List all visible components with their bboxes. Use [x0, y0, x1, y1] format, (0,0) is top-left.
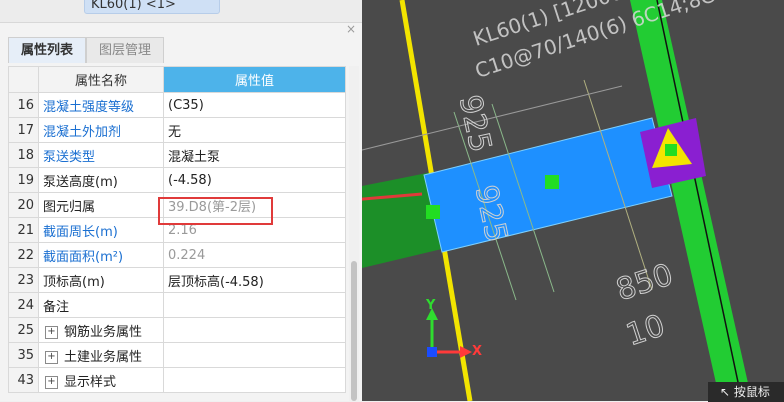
grip-handle[interactable]	[545, 175, 559, 189]
x-axis-arrow	[460, 346, 472, 358]
tab-property-list[interactable]: 属性列表	[8, 37, 87, 63]
table-row[interactable]: 19 泵送高度(m) (-4.58)	[8, 167, 346, 193]
property-name-text: 混凝土外加剂	[43, 124, 122, 140]
expand-icon[interactable]: +	[45, 350, 58, 364]
property-value[interactable]	[163, 342, 346, 368]
table-row[interactable]: 17 混凝土外加剂 无	[8, 117, 346, 143]
grip-handle[interactable]	[665, 144, 677, 156]
table-row[interactable]: 18 泵送类型 混凝土泵	[8, 142, 346, 168]
property-name: 备注	[38, 292, 164, 318]
property-value[interactable]	[163, 292, 346, 318]
row-index: 20	[8, 192, 39, 218]
table-row[interactable]: 22 截面面积(m²) 0.224	[8, 242, 346, 268]
property-value[interactable]: 无	[163, 117, 346, 143]
property-name: 泵送高度(m)	[38, 167, 164, 193]
property-value[interactable]: (C35)	[163, 92, 346, 118]
row-index: 25	[8, 317, 39, 343]
panel-tabs: 属性列表 图层管理	[8, 37, 165, 63]
header-value: 属性值	[163, 66, 346, 93]
property-name-text: 截面面积(m²)	[43, 249, 124, 265]
property-name-text: 混凝土强度等级	[43, 99, 135, 115]
property-name-text: 备注	[43, 299, 70, 315]
table-row[interactable]: 23 顶标高(m) 层顶标高(-4.58)	[8, 267, 346, 293]
property-name: + 显示样式	[38, 367, 164, 393]
table-row[interactable]: 35 + 土建业务属性	[8, 342, 346, 368]
property-value[interactable]: 混凝土泵	[163, 142, 346, 168]
row-index: 18	[8, 142, 39, 168]
y-axis-label: Y	[426, 298, 436, 313]
property-name-text: 图元归属	[43, 199, 96, 215]
selected-element-chip[interactable]: KL60(1) <1>	[84, 0, 220, 14]
canvas-drawing	[362, 0, 752, 401]
close-icon[interactable]: ×	[346, 22, 356, 36]
top-strip: KL60(1) <1>	[0, 0, 362, 23]
x-axis-label: X	[472, 344, 483, 359]
property-name-text: 泵送高度(m)	[43, 174, 118, 190]
property-name: 泵送类型	[38, 142, 164, 168]
property-name: 混凝土外加剂	[38, 117, 164, 143]
property-value[interactable]: (-4.58)	[163, 167, 346, 193]
row-index: 16	[8, 92, 39, 118]
property-name: + 土建业务属性	[38, 342, 164, 368]
property-name-text: 钢筋业务属性	[64, 324, 143, 340]
center-line	[656, 0, 743, 401]
tab-layer-management[interactable]: 图层管理	[86, 37, 165, 63]
row-index: 35	[8, 342, 39, 368]
property-name: 顶标高(m)	[38, 267, 164, 293]
table-header-row: 属性名称 属性值	[8, 66, 346, 93]
property-name-text: 泵送类型	[43, 149, 96, 165]
property-panel: KL60(1) <1> × 属性列表 图层管理 属性名称 属性值 16 混凝土强度…	[0, 0, 362, 401]
table-row[interactable]: 24 备注	[8, 292, 346, 318]
property-value[interactable]	[163, 367, 346, 393]
property-name: 截面面积(m²)	[38, 242, 164, 268]
property-name-text: 截面周长(m)	[43, 224, 118, 240]
grip-handle[interactable]	[426, 205, 440, 219]
highlight-box	[158, 197, 273, 225]
status-hint: ↖ 按鼠标	[708, 382, 784, 402]
property-name: 截面周长(m)	[38, 217, 164, 243]
property-name: + 钢筋业务属性	[38, 317, 164, 343]
row-index: 19	[8, 167, 39, 193]
table-row[interactable]: 16 混凝土强度等级 (C35)	[8, 92, 346, 118]
table-row[interactable]: 25 + 钢筋业务属性	[8, 317, 346, 343]
origin-marker	[427, 347, 437, 357]
scrollbar[interactable]	[349, 66, 359, 401]
drawing-canvas[interactable]: KL60(1) [120003] 800*280 C10@70/140(6) 6…	[362, 0, 784, 402]
property-name: 混凝土强度等级	[38, 92, 164, 118]
row-index: 24	[8, 292, 39, 318]
expand-icon[interactable]: +	[45, 375, 58, 389]
property-table: 属性名称 属性值 16 混凝土强度等级 (C35) 17 混凝土外加剂 无 18 泵送类型 混凝…	[8, 66, 346, 393]
property-value[interactable]: 0.224	[163, 242, 346, 268]
property-name-text: 显示样式	[64, 374, 117, 390]
row-index: 21	[8, 217, 39, 243]
property-name-text: 土建业务属性	[64, 349, 143, 365]
row-index: 22	[8, 242, 39, 268]
property-name-text: 顶标高(m)	[43, 274, 105, 290]
scrollbar-thumb[interactable]	[351, 261, 357, 401]
property-value[interactable]	[163, 317, 346, 343]
table-body: 16 混凝土强度等级 (C35) 17 混凝土外加剂无 18 泵送类型 混凝土泵 19 泵送高度(…	[8, 92, 346, 393]
header-index	[8, 66, 39, 93]
table-row[interactable]: 43 + 显示样式	[8, 367, 346, 393]
row-index: 43	[8, 367, 39, 393]
header-name: 属性名称	[38, 66, 164, 93]
row-index: 17	[8, 117, 39, 143]
property-name: 图元归属	[38, 192, 164, 218]
expand-icon[interactable]: +	[45, 325, 58, 339]
row-index: 23	[8, 267, 39, 293]
property-value[interactable]: 层顶标高(-4.58)	[163, 267, 346, 293]
